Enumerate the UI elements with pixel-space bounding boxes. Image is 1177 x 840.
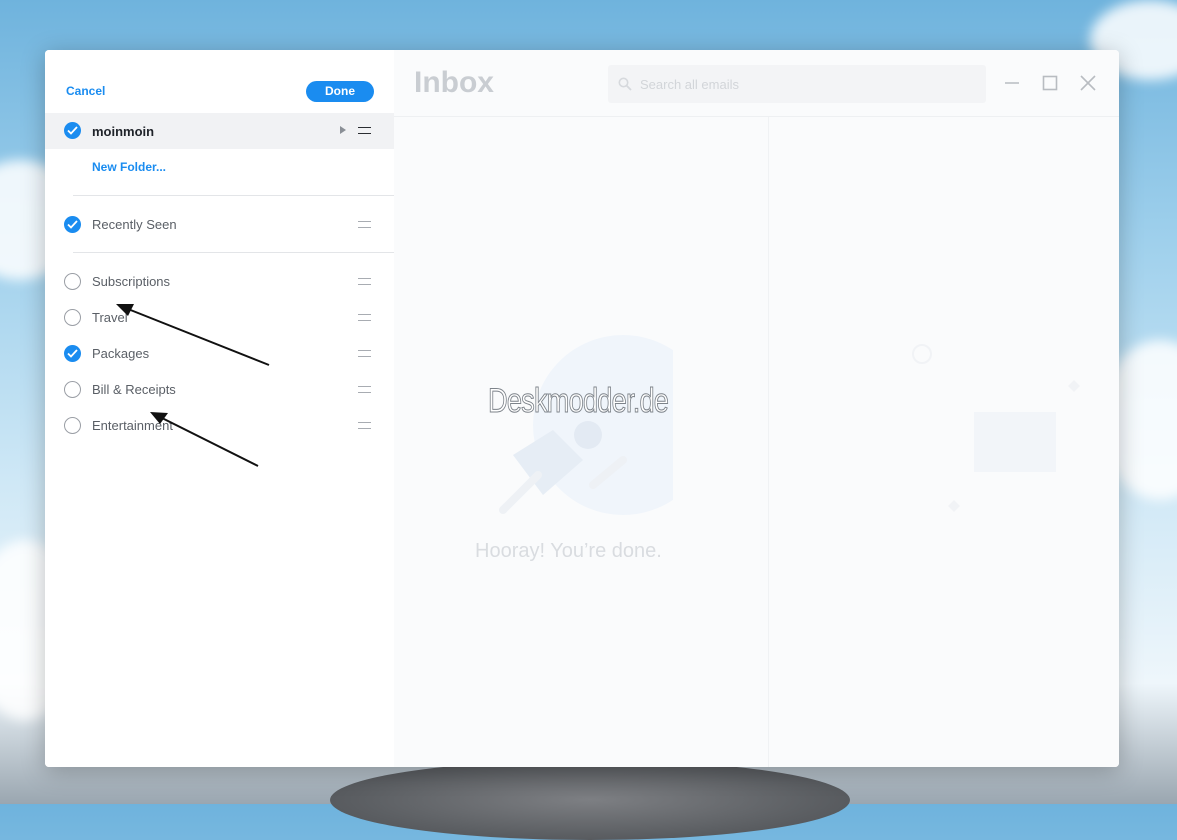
account-checkbox[interactable]: [64, 122, 81, 139]
account-name: moinmoin: [92, 124, 155, 139]
new-folder-link[interactable]: New Folder...: [92, 160, 166, 174]
drag-handle-icon[interactable]: [358, 278, 371, 285]
drag-handle-icon[interactable]: [358, 314, 371, 321]
folder-checkbox[interactable]: [64, 345, 81, 362]
folder-checkbox[interactable]: [64, 309, 81, 326]
folder-label: Packages: [92, 346, 150, 361]
drag-handle-icon[interactable]: [358, 350, 371, 357]
folder-row-packages[interactable]: Packages: [45, 336, 394, 370]
drag-handle-icon[interactable]: [358, 221, 371, 228]
divider: [394, 116, 1119, 117]
checkmark-icon: [67, 220, 78, 229]
checkmark-icon: [67, 349, 78, 358]
search-placeholder: Search all emails: [640, 77, 739, 92]
folder-label: Entertainment: [92, 418, 173, 433]
search-icon: [618, 77, 632, 91]
folder-row-bills[interactable]: Bill & Receipts: [45, 372, 394, 406]
folder-edit-panel: Cancel Done moinmoin New Folder... Recen…: [45, 50, 394, 767]
minimize-icon[interactable]: [1003, 74, 1021, 92]
background-animal-fur: [330, 760, 850, 840]
decorative-illustration: [912, 344, 1080, 512]
done-button[interactable]: Done: [306, 81, 374, 102]
folder-checkbox[interactable]: [64, 216, 81, 233]
close-icon[interactable]: [1079, 74, 1097, 92]
inbox-pane: Inbox Search all emails Deskmodder.de Ho…: [394, 50, 1119, 767]
empty-state-message: Hooray! You’re done.: [475, 540, 662, 562]
folder-checkbox[interactable]: [64, 417, 81, 434]
divider: [768, 117, 769, 767]
folder-label: Travel: [92, 310, 128, 325]
drag-handle-icon[interactable]: [358, 422, 371, 429]
page-title: Inbox: [414, 66, 494, 99]
empty-inbox-illustration: [499, 335, 673, 515]
folder-row-subscriptions[interactable]: Subscriptions: [45, 264, 394, 298]
account-row[interactable]: moinmoin: [45, 113, 394, 149]
folder-row-entertainment[interactable]: Entertainment: [45, 408, 394, 442]
folder-row-recently-seen[interactable]: Recently Seen: [45, 207, 394, 241]
folder-checkbox[interactable]: [64, 381, 81, 398]
maximize-icon[interactable]: [1041, 74, 1059, 92]
watermark-text: Deskmodder.de: [488, 382, 670, 421]
divider: [73, 195, 394, 196]
panel-header: Cancel Done: [45, 50, 394, 113]
folder-row-travel[interactable]: Travel: [45, 300, 394, 334]
folder-label: Bill & Receipts: [92, 382, 176, 397]
expand-caret-icon[interactable]: [340, 126, 346, 134]
drag-handle-icon[interactable]: [358, 386, 371, 393]
folder-label: Subscriptions: [92, 274, 171, 289]
folder-checkbox[interactable]: [64, 273, 81, 290]
mail-window: Cancel Done moinmoin New Folder... Recen…: [45, 50, 1119, 767]
cancel-button[interactable]: Cancel: [66, 84, 105, 98]
divider: [73, 252, 394, 253]
folder-label: Recently Seen: [92, 217, 177, 232]
search-box[interactable]: Search all emails: [608, 65, 986, 103]
drag-handle-icon[interactable]: [358, 127, 371, 134]
checkmark-icon: [67, 126, 78, 135]
